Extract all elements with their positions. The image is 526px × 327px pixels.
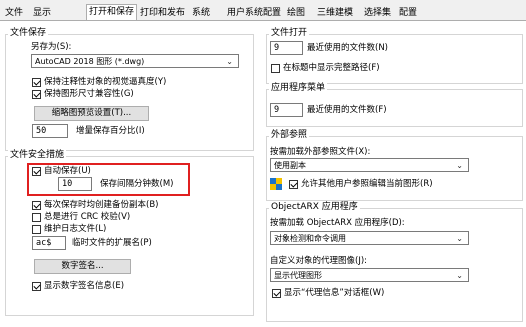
proxy-image-label: 自定义对象的代理图像(J): bbox=[270, 256, 368, 266]
chevron-down-icon: ⌄ bbox=[226, 57, 233, 66]
allow-edit-label: 允许其他用户参照编辑当前图形(R) bbox=[301, 179, 433, 189]
tab-plot-publish[interactable]: 打印和发布 bbox=[140, 6, 185, 20]
show-signature-checkbox[interactable] bbox=[32, 282, 41, 291]
tab-drafting[interactable]: 绘图 bbox=[287, 6, 305, 20]
app-menu-group bbox=[266, 89, 523, 127]
xref-demand-dropdown[interactable]: 使用副本 ⌄ bbox=[270, 158, 469, 172]
autosave-minutes-label: 保存间隔分钟数(M) bbox=[100, 179, 174, 189]
incremental-save-label: 增量保存百分比(I) bbox=[76, 126, 145, 136]
drawing-size-checkbox[interactable] bbox=[32, 90, 41, 99]
xref-legend: 外部参照 bbox=[269, 130, 310, 141]
temp-ext-input[interactable]: ac$ bbox=[32, 236, 66, 250]
proxy-image-dropdown[interactable]: 显示代理图形 ⌄ bbox=[270, 268, 469, 282]
incremental-save-input[interactable]: 50 bbox=[32, 124, 68, 138]
file-open-legend: 文件打开 bbox=[269, 28, 310, 39]
save-as-dropdown[interactable]: AutoCAD 2018 图形 (*.dwg) ⌄ bbox=[31, 54, 239, 68]
tab-bar: 文件 显示 打开和保存 打印和发布 系统 用户系统配置 绘图 三维建模 选择集 … bbox=[0, 0, 526, 21]
chevron-down-icon: ⌄ bbox=[456, 161, 463, 170]
xref-demand-label: 按需加载外部参照文件(X): bbox=[270, 147, 371, 157]
log-file-checkbox[interactable] bbox=[32, 225, 41, 234]
tab-user-preferences[interactable]: 用户系统配置 bbox=[227, 6, 281, 20]
arx-demand-dropdown[interactable]: 对象检测和命令调用 ⌄ bbox=[270, 231, 469, 245]
backup-label: 每次保存时均创建备份副本(B) bbox=[44, 200, 159, 210]
xref-demand-value: 使用副本 bbox=[274, 161, 306, 170]
file-open-group bbox=[266, 34, 523, 84]
crc-checkbox[interactable] bbox=[32, 213, 41, 222]
file-safety-legend: 文件安全措施 bbox=[8, 150, 67, 161]
chevron-down-icon: ⌄ bbox=[456, 234, 463, 243]
tab-selection[interactable]: 选择集 bbox=[364, 6, 391, 20]
tab-profiles[interactable]: 配置 bbox=[399, 6, 417, 20]
file-save-legend: 文件保存 bbox=[8, 28, 49, 39]
save-as-label: 另存为(S): bbox=[31, 42, 72, 52]
tab-display[interactable]: 显示 bbox=[33, 6, 51, 20]
proxy-image-value: 显示代理图形 bbox=[274, 271, 322, 280]
temp-ext-label: 临时文件的扩展名(P) bbox=[72, 238, 152, 248]
chevron-down-icon: ⌄ bbox=[456, 271, 463, 280]
tab-system[interactable]: 系统 bbox=[192, 6, 210, 20]
autosave-label: 自动保存(U) bbox=[44, 166, 91, 176]
thumbnail-settings-button[interactable]: 缩略图预览设置(T)... bbox=[34, 106, 149, 121]
proxy-dialog-label: 显示“代理信息”对话框(W) bbox=[284, 288, 385, 298]
crc-label: 总是进行 CRC 校验(V) bbox=[44, 212, 131, 222]
log-file-label: 维护日志文件(L) bbox=[44, 224, 107, 234]
app-recent-files-input[interactable]: 9 bbox=[270, 103, 303, 117]
shield-icon bbox=[270, 178, 282, 190]
app-recent-files-label: 最近使用的文件数(F) bbox=[307, 105, 387, 115]
tab-open-save[interactable]: 打开和保存 bbox=[86, 4, 138, 21]
tab-3d-modeling[interactable]: 三维建模 bbox=[317, 6, 353, 20]
app-menu-legend: 应用程序菜单 bbox=[269, 83, 328, 94]
tab-files[interactable]: 文件 bbox=[5, 6, 23, 20]
objectarx-legend: ObjectARX 应用程序 bbox=[269, 202, 360, 213]
backup-checkbox[interactable] bbox=[32, 201, 41, 210]
show-signature-label: 显示数字签名信息(E) bbox=[44, 281, 125, 291]
recent-files-label: 最近使用的文件数(N) bbox=[307, 43, 388, 53]
tab-content-panel: 文件保存 另存为(S): AutoCAD 2018 图形 (*.dwg) ⌄ 保… bbox=[0, 20, 526, 327]
save-as-value: AutoCAD 2018 图形 (*.dwg) bbox=[35, 57, 145, 66]
autosave-checkbox[interactable] bbox=[32, 167, 41, 176]
full-path-label: 在标题中显示完整路径(F) bbox=[283, 63, 380, 73]
arx-demand-value: 对象检测和命令调用 bbox=[274, 234, 346, 243]
full-path-checkbox[interactable] bbox=[271, 64, 280, 73]
annot-visual-checkbox[interactable] bbox=[32, 78, 41, 87]
recent-files-input[interactable]: 9 bbox=[270, 41, 303, 55]
arx-demand-label: 按需加载 ObjectARX 应用程序(D): bbox=[270, 218, 405, 228]
proxy-dialog-checkbox[interactable] bbox=[272, 289, 281, 298]
autosave-minutes-input[interactable]: 10 bbox=[58, 177, 92, 191]
allow-edit-checkbox[interactable] bbox=[289, 180, 298, 189]
drawing-size-label: 保持图形尺寸兼容性(G) bbox=[44, 89, 134, 99]
digital-signature-button[interactable]: 数字签名... bbox=[34, 259, 131, 274]
annot-visual-label: 保持注释性对象的视觉逼真度(Y) bbox=[44, 77, 167, 87]
